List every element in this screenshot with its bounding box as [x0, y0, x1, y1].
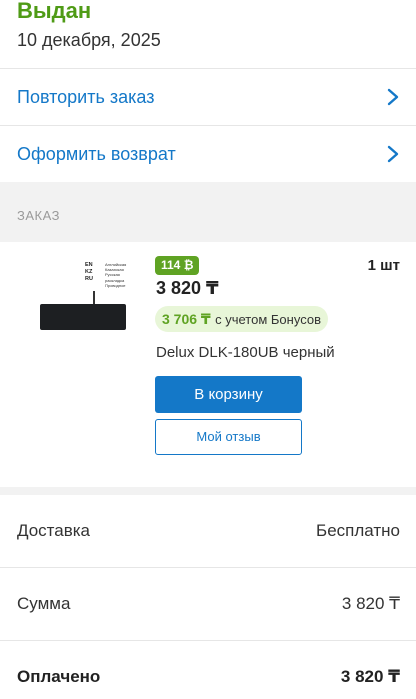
keyboard-cable	[93, 291, 95, 305]
legend-line: Русская раскладка	[105, 272, 125, 283]
summary-row-total: Сумма 3 820 ₸	[0, 568, 416, 640]
product-name[interactable]: Delux DLK-180UB черный	[156, 344, 335, 361]
item-price: 3 820 ₸	[156, 278, 219, 298]
summary-row-paid: Оплачено 3 820 ₸	[0, 641, 416, 699]
bonus-price-value: 3 706 ₸	[162, 311, 211, 327]
layout-tag: KZ	[85, 269, 93, 275]
order-section-header: ЗАКАЗ	[0, 182, 416, 242]
item-quantity: 1 шт	[367, 257, 400, 274]
bonus-price-note: с учетом Бонусов	[215, 312, 321, 327]
chevron-right-icon	[387, 145, 399, 163]
keyboard-picture	[40, 304, 126, 330]
my-review-button[interactable]: Мой отзыв	[155, 419, 302, 455]
summary-value: Бесплатно	[316, 521, 400, 540]
summary-row-delivery: Доставка Бесплатно	[0, 495, 416, 567]
order-date: 10 декабря, 2025	[17, 30, 161, 50]
summary-value: 3 820 ₸	[340, 667, 400, 686]
order-status-title: Выдан	[17, 0, 92, 23]
bonus-badge: 114 ₿	[155, 256, 200, 275]
layout-tags: EN KZ RU	[85, 262, 93, 283]
section-separator	[0, 487, 416, 495]
summary-value: 3 820 ₸	[341, 594, 400, 613]
layout-tag: RU	[85, 276, 93, 282]
layout-tag: EN	[85, 262, 93, 268]
return-order-label: Оформить возврат	[17, 144, 176, 164]
summary-label: Доставка	[17, 521, 91, 540]
repeat-order-label: Повторить заказ	[17, 87, 155, 107]
bonus-price-pill: 3 706 ₸ с учетом Бонусов	[155, 306, 328, 332]
chevron-right-icon	[387, 88, 399, 106]
order-item: EN KZ RU Английская Казахская Русская ра…	[0, 242, 416, 487]
add-to-cart-button[interactable]: В корзину	[155, 376, 302, 413]
status-block: Выдан 10 декабря, 2025	[0, 0, 416, 68]
return-order-row[interactable]: Оформить возврат	[0, 126, 416, 182]
image-legend: Английская Казахская Русская раскладка П…	[105, 262, 135, 288]
product-image[interactable]: EN KZ RU Английская Казахская Русская ра…	[37, 258, 132, 342]
summary-label: Оплачено	[17, 667, 101, 686]
repeat-order-row[interactable]: Повторить заказ	[0, 69, 416, 125]
order-section-label: ЗАКАЗ	[17, 208, 60, 223]
legend-line: Проводное	[105, 282, 126, 288]
summary-label: Сумма	[17, 594, 71, 613]
